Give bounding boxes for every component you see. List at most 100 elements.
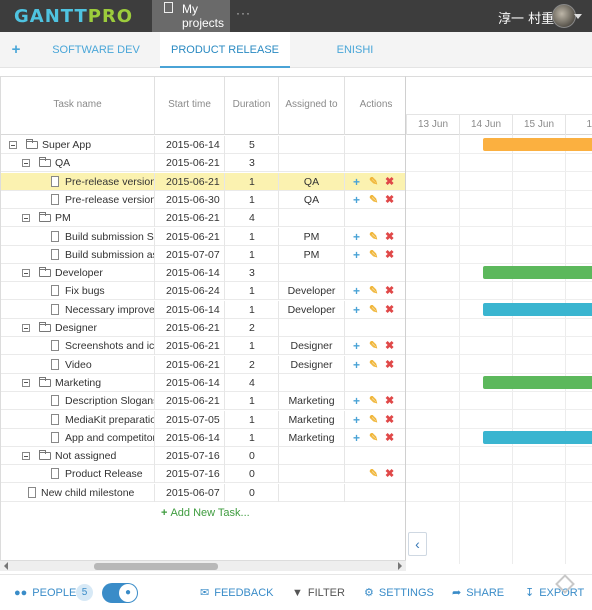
delete-icon[interactable]: ✖ (385, 228, 394, 246)
collapse-toggle-icon[interactable] (22, 214, 30, 223)
tab-product-release[interactable]: PRODUCT RELEASE (160, 32, 290, 68)
share-button[interactable]: ➦ SHARE (452, 575, 504, 610)
scroll-left-icon[interactable] (4, 562, 8, 570)
collapse-toggle-icon[interactable] (22, 159, 30, 168)
delete-icon[interactable]: ✖ (385, 246, 394, 264)
add-subtask-icon[interactable]: + (353, 411, 360, 429)
assigned-to-cell[interactable] (279, 264, 345, 283)
duration-cell[interactable]: 3 (225, 264, 279, 283)
delete-icon[interactable]: ✖ (385, 429, 394, 447)
table-row[interactable]: Description Slogans 2015-06-21 1 Marketing +… (1, 392, 405, 411)
duration-cell[interactable]: 1 (225, 245, 279, 264)
add-subtask-icon[interactable]: + (353, 282, 360, 300)
start-time-cell[interactable]: 2015-06-14 (155, 373, 225, 392)
duration-cell[interactable]: 1 (225, 190, 279, 209)
table-row[interactable]: Build submission as 2015-07-07 1 PM + ✎ ✖ (1, 245, 405, 264)
task-name-cell[interactable]: Designer (1, 319, 155, 337)
table-row[interactable]: Build submission Se 2015-06-21 1 PM + ✎ ✖ (1, 227, 405, 246)
task-name-cell[interactable]: Screenshots and ico (1, 337, 155, 356)
assigned-to-cell[interactable]: QA (279, 172, 345, 191)
table-row[interactable]: Product Release 2015-07-16 0 ✎ ✖ (1, 465, 405, 484)
table-row[interactable]: New child milestone 2015-06-07 0 (1, 483, 405, 502)
task-name-cell[interactable]: MediaKit preparation (1, 410, 155, 429)
delete-icon[interactable]: ✖ (385, 356, 394, 374)
app-logo[interactable]: GANTTPRO (14, 6, 133, 27)
assigned-to-cell[interactable] (279, 136, 345, 154)
table-row[interactable]: Pre-release version c 2015-06-30 1 QA + ✎ ✖ (1, 190, 405, 209)
assigned-to-cell[interactable] (279, 447, 345, 466)
column-header-start-time[interactable]: Start time (155, 77, 225, 135)
start-time-cell[interactable]: 2015-06-21 (155, 209, 225, 228)
edit-icon[interactable]: ✎ (369, 429, 378, 447)
table-row[interactable]: Not assigned 2015-07-16 0 (1, 447, 405, 466)
add-subtask-icon[interactable]: + (353, 429, 360, 447)
assigned-to-cell[interactable]: QA (279, 190, 345, 209)
duration-cell[interactable]: 0 (225, 465, 279, 484)
duration-cell[interactable]: 1 (225, 337, 279, 356)
add-subtask-icon[interactable]: + (353, 356, 360, 374)
horizontal-scrollbar[interactable] (0, 560, 406, 571)
delete-icon[interactable]: ✖ (385, 282, 394, 300)
table-row[interactable]: App and competitor a 2015-06-14 1 Marketing… (1, 428, 405, 447)
start-time-cell[interactable]: 2015-06-21 (155, 319, 225, 337)
delete-icon[interactable]: ✖ (385, 392, 394, 410)
start-time-cell[interactable]: 2015-06-14 (155, 136, 225, 154)
start-time-cell[interactable]: 2015-07-16 (155, 465, 225, 484)
start-time-cell[interactable]: 2015-06-24 (155, 282, 225, 301)
edit-icon[interactable]: ✎ (369, 411, 378, 429)
start-time-cell[interactable]: 2015-06-21 (155, 227, 225, 246)
assigned-to-cell[interactable] (279, 373, 345, 392)
user-name[interactable]: 淳一 村重 (498, 8, 554, 27)
table-row[interactable]: Marketing 2015-06-14 4 (1, 373, 405, 392)
add-subtask-icon[interactable]: + (353, 337, 360, 355)
my-projects-tab[interactable]: My projects (152, 0, 230, 32)
column-header-assigned-to[interactable]: Assigned to (279, 77, 345, 135)
assigned-to-cell[interactable] (279, 319, 345, 337)
edit-icon[interactable]: ✎ (369, 282, 378, 300)
gantt-task-bar[interactable] (483, 302, 592, 316)
start-time-cell[interactable]: 2015-06-30 (155, 190, 225, 209)
duration-cell[interactable]: 0 (225, 447, 279, 466)
filter-button[interactable]: ▼ FILTER (292, 575, 345, 610)
start-time-cell[interactable]: 2015-06-21 (155, 172, 225, 191)
people-toggle[interactable]: ● (102, 583, 138, 603)
duration-cell[interactable]: 1 (225, 282, 279, 301)
duration-cell[interactable]: 1 (225, 410, 279, 429)
delete-icon[interactable]: ✖ (385, 301, 394, 319)
more-icon[interactable]: ··· (236, 6, 251, 20)
add-new-task-button[interactable]: + Add New Task... (161, 507, 250, 519)
task-name-cell[interactable]: App and competitor a (1, 428, 155, 447)
edit-icon[interactable]: ✎ (369, 173, 378, 191)
assigned-to-cell[interactable]: PM (279, 227, 345, 246)
column-header-duration[interactable]: Duration (225, 77, 279, 135)
assigned-to-cell[interactable] (279, 209, 345, 228)
duration-cell[interactable]: 1 (225, 428, 279, 447)
edit-icon[interactable]: ✎ (369, 392, 378, 410)
feedback-button[interactable]: ✉ FEEDBACK (200, 575, 274, 610)
avatar[interactable] (552, 4, 576, 28)
task-name-cell[interactable]: PM (1, 209, 155, 228)
assigned-to-cell[interactable]: Designer (279, 355, 345, 374)
collapse-toggle-icon[interactable] (22, 452, 30, 461)
table-row[interactable]: Developer 2015-06-14 3 (1, 264, 405, 283)
duration-cell[interactable]: 2 (225, 319, 279, 337)
tab-software-dev[interactable]: SOFTWARE DEV (48, 32, 144, 68)
assigned-to-cell[interactable]: PM (279, 245, 345, 264)
task-name-cell[interactable]: New child milestone (1, 483, 155, 502)
duration-cell[interactable]: 3 (225, 154, 279, 173)
table-row[interactable]: Screenshots and ico 2015-06-21 1 Designer + ✎… (1, 337, 405, 356)
column-header-task-name[interactable]: Task name (1, 77, 155, 135)
edit-icon[interactable]: ✎ (369, 191, 378, 209)
assigned-to-cell[interactable]: Marketing (279, 428, 345, 447)
duration-cell[interactable]: 4 (225, 209, 279, 228)
start-time-cell[interactable]: 2015-07-05 (155, 410, 225, 429)
export-button[interactable]: ↧ EXPORT (525, 575, 584, 610)
add-subtask-icon[interactable]: + (353, 301, 360, 319)
table-row[interactable]: QA 2015-06-21 3 (1, 154, 405, 173)
collapse-toggle-icon[interactable] (22, 324, 30, 332)
assigned-to-cell[interactable] (279, 154, 345, 173)
delete-icon[interactable]: ✖ (385, 337, 394, 355)
start-time-cell[interactable]: 2015-07-07 (155, 245, 225, 264)
edit-icon[interactable]: ✎ (369, 301, 378, 319)
add-subtask-icon[interactable]: + (353, 392, 360, 410)
